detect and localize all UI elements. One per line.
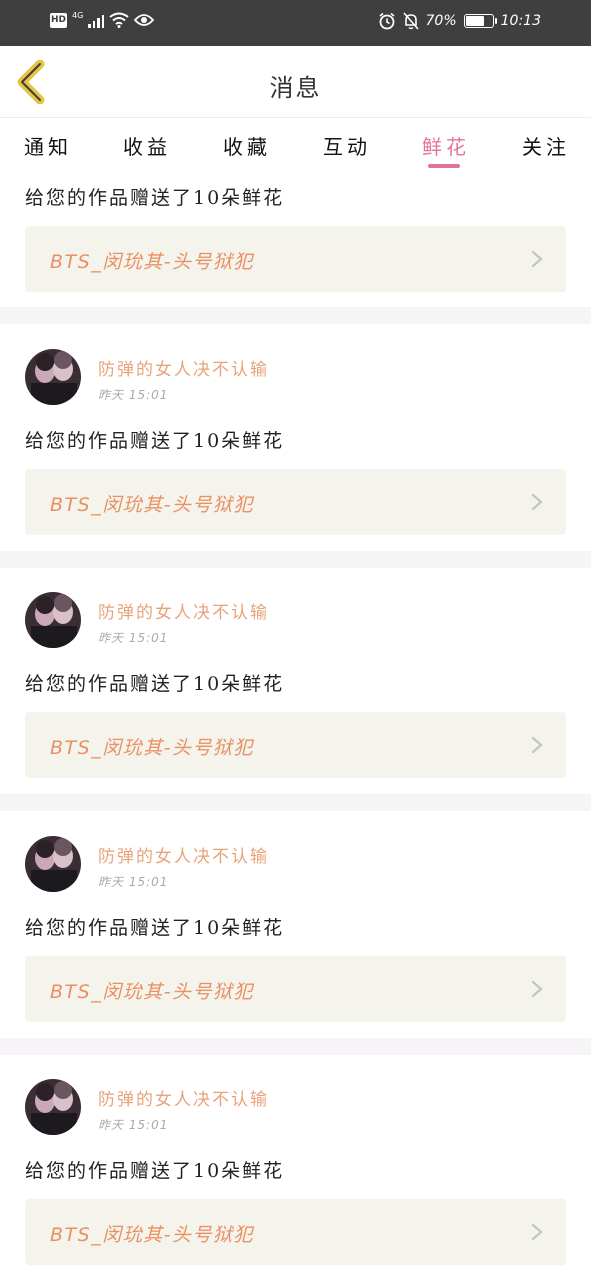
- gift-message: 给您的作品赠送了10朵鲜花: [25, 187, 285, 209]
- timestamp: 昨天 15:01: [98, 631, 169, 645]
- work-title: BTS_闵玧其-头号狱犯: [50, 494, 255, 516]
- eye-icon: [134, 14, 155, 26]
- tab-bar: 通知 收益 收藏 互动 鲜花 关注: [0, 119, 591, 171]
- timestamp: 昨天 15:01: [98, 388, 169, 402]
- chevron-right-icon: [531, 493, 543, 511]
- list-item: 防弹的女人决不认输 昨天 15:01 给您的作品赠送了10朵鲜花 BTS_闵玧其…: [0, 324, 591, 551]
- nav-header: 消息: [0, 46, 591, 118]
- avatar-image: [25, 349, 81, 405]
- battery-percent: 70%: [425, 13, 457, 29]
- chevron-right-icon: [531, 1223, 543, 1241]
- sender-name[interactable]: 防弹的女人决不认输: [98, 598, 269, 623]
- tab-interactions[interactable]: 互动: [323, 131, 371, 160]
- network-type: 4G: [72, 10, 84, 20]
- avatar[interactable]: [25, 349, 81, 405]
- gift-message: 给您的作品赠送了10朵鲜花: [25, 917, 285, 939]
- work-title: BTS_闵玧其-头号狱犯: [50, 251, 255, 273]
- gift-message: 给您的作品赠送了10朵鲜花: [25, 430, 285, 452]
- battery-fill: [465, 16, 484, 26]
- timestamp: 昨天 15:01: [98, 875, 169, 889]
- avatar[interactable]: [25, 592, 81, 648]
- status-bar-left: HD 4G: [50, 10, 155, 28]
- tab-earnings[interactable]: 收益: [123, 131, 171, 160]
- tab-favorites[interactable]: 收藏: [223, 131, 271, 160]
- tab-flowers[interactable]: 鲜花: [422, 131, 470, 160]
- list-item: 防弹的女人决不认输 昨天 15:01 给您的作品赠送了10朵鲜花 BTS_闵玧其…: [0, 811, 591, 1038]
- sender-name[interactable]: 防弹的女人决不认输: [98, 355, 269, 380]
- status-bar: HD 4G 70% 10:13: [0, 0, 591, 46]
- avatar[interactable]: [25, 1079, 81, 1135]
- divider: [0, 794, 591, 811]
- chevron-right-icon: [531, 250, 543, 268]
- hd-badge: HD: [50, 12, 67, 28]
- work-link-card[interactable]: BTS_闵玧其-头号狱犯: [25, 226, 566, 292]
- page-title: 消息: [269, 74, 322, 102]
- wifi-icon: [109, 12, 129, 28]
- battery-icon: [463, 14, 497, 28]
- divider: [0, 1038, 591, 1055]
- work-title: BTS_闵玧其-头号狱犯: [50, 1224, 255, 1246]
- avatar-image: [25, 1079, 81, 1135]
- active-tab-indicator: [428, 164, 460, 168]
- tab-following[interactable]: 关注: [522, 131, 570, 160]
- sender-name[interactable]: 防弹的女人决不认输: [98, 842, 269, 867]
- work-link-card[interactable]: BTS_闵玧其-头号狱犯: [25, 712, 566, 778]
- work-title: BTS_闵玧其-头号狱犯: [50, 737, 255, 759]
- list-item: 给您的作品赠送了10朵鲜花 BTS_闵玧其-头号狱犯: [0, 171, 591, 307]
- work-title: BTS_闵玧其-头号狱犯: [50, 981, 255, 1003]
- flower-message-list[interactable]: 给您的作品赠送了10朵鲜花 BTS_闵玧其-头号狱犯 防弹的女人决不认输 昨天 …: [0, 171, 591, 1280]
- list-item: 防弹的女人决不认输 昨天 15:01 给您的作品赠送了10朵鲜花 BTS_闵玧其…: [0, 1055, 591, 1280]
- chevron-right-icon: [531, 980, 543, 998]
- list-item: 防弹的女人决不认输 昨天 15:01 给您的作品赠送了10朵鲜花 BTS_闵玧其…: [0, 568, 591, 794]
- avatar-image: [25, 836, 81, 892]
- work-link-card[interactable]: BTS_闵玧其-头号狱犯: [25, 469, 566, 535]
- work-link-card[interactable]: BTS_闵玧其-头号狱犯: [25, 1199, 566, 1265]
- tab-notifications[interactable]: 通知: [24, 131, 72, 160]
- avatar-image: [25, 592, 81, 648]
- timestamp: 昨天 15:01: [98, 1118, 169, 1132]
- divider: [0, 307, 591, 324]
- avatar[interactable]: [25, 836, 81, 892]
- chevron-right-icon: [531, 736, 543, 754]
- gift-message: 给您的作品赠送了10朵鲜花: [25, 1160, 285, 1182]
- status-bar-right: 70% 10:13: [378, 12, 541, 30]
- divider: [0, 551, 591, 568]
- work-link-card[interactable]: BTS_闵玧其-头号狱犯: [25, 956, 566, 1022]
- sender-name[interactable]: 防弹的女人决不认输: [98, 1085, 269, 1110]
- clock-time: 10:13: [500, 13, 541, 29]
- signal-icon: [88, 13, 105, 28]
- mute-bell-icon: [402, 12, 419, 30]
- gift-message: 给您的作品赠送了10朵鲜花: [25, 673, 285, 695]
- alarm-icon: [379, 12, 395, 30]
